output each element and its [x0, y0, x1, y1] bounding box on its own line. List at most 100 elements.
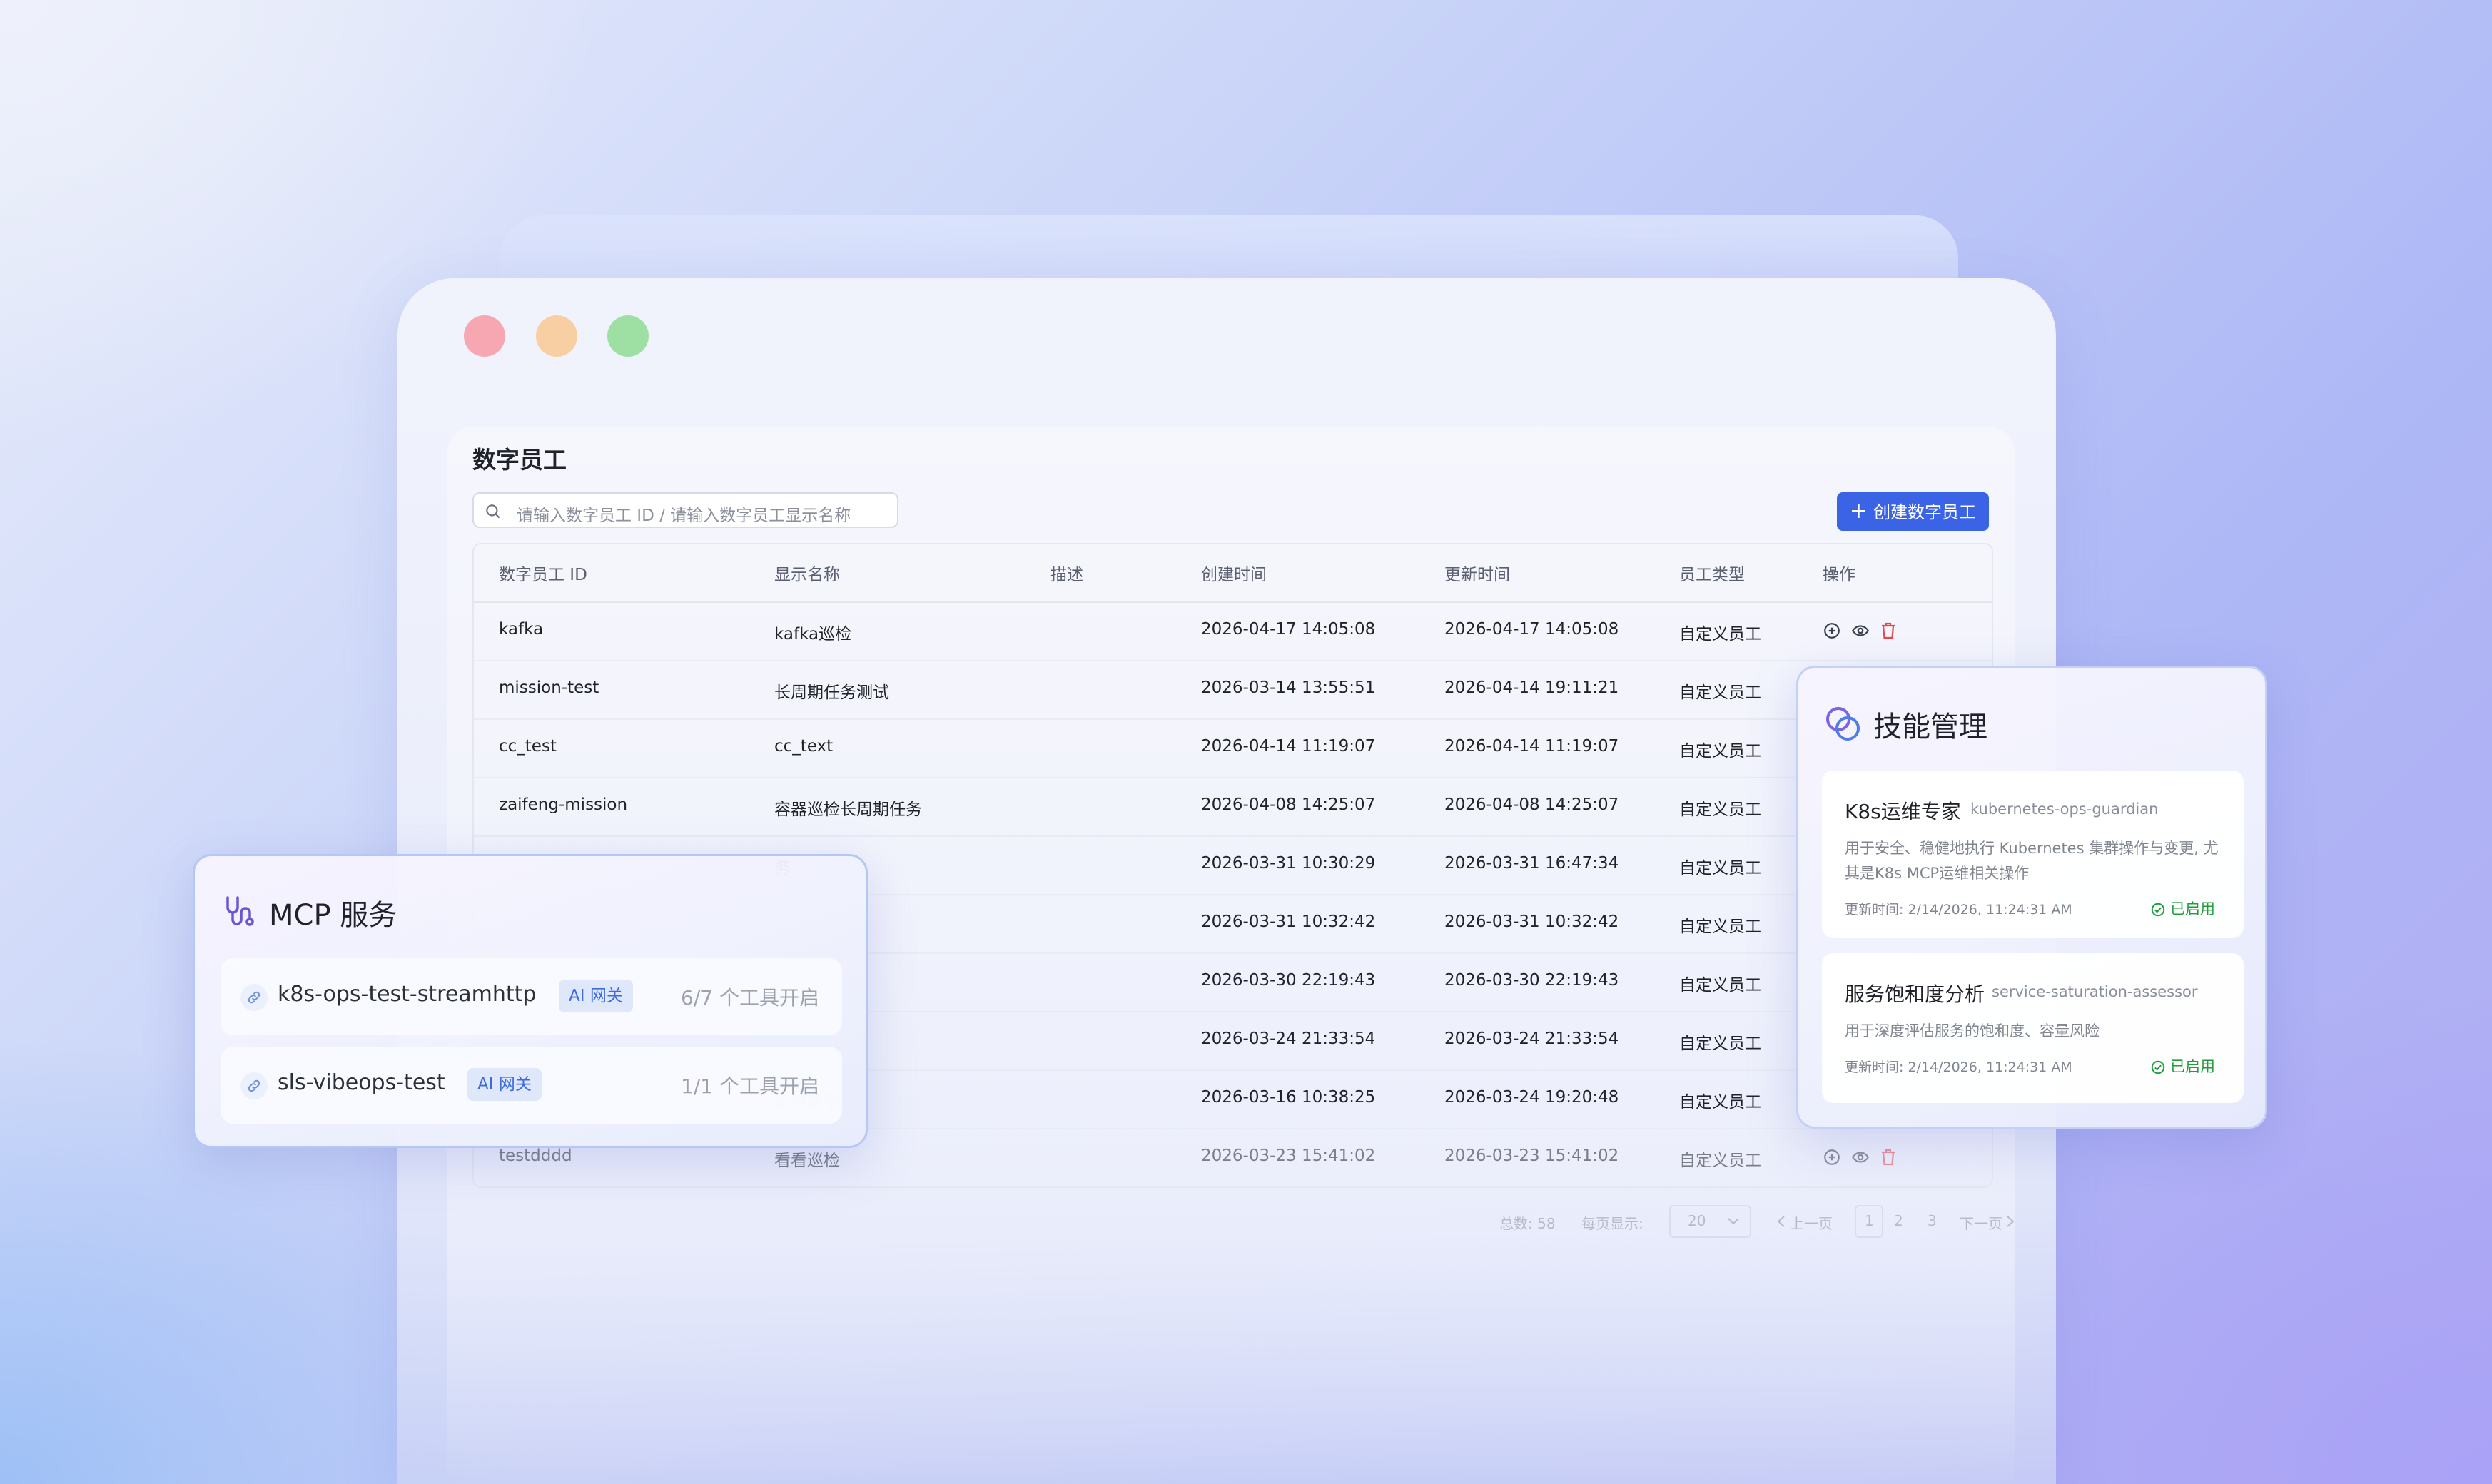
maximize-window-button[interactable]	[607, 315, 649, 357]
mcp-item[interactable]: sls-vibeops-test AI 网关 1/1 个工具开启	[221, 1047, 842, 1124]
cell-updated: 2026-04-17 14:05:08	[1444, 620, 1619, 639]
row-actions	[1823, 1148, 1907, 1169]
cell-updated: 2026-03-31 10:32:42	[1444, 913, 1619, 931]
prev-page-button[interactable]: 上一页	[1790, 1212, 1833, 1233]
per-page-select[interactable]: 20	[1669, 1205, 1751, 1238]
cell-created: 2026-03-14 13:55:51	[1201, 679, 1376, 697]
header-type: 员工类型	[1679, 566, 1745, 584]
cell-created: 2026-04-14 11:19:07	[1201, 737, 1376, 756]
per-page-value: 20	[1688, 1212, 1706, 1229]
cell-type: 自定义员工	[1679, 742, 1761, 761]
mcp-item-tag: AI 网关	[467, 1068, 542, 1101]
skill-status: 已启用	[2150, 1055, 2215, 1077]
cell-type: 自定义员工	[1679, 1093, 1761, 1112]
cell-created: 2026-03-24 21:33:54	[1201, 1030, 1376, 1048]
window-titlebar	[397, 278, 2056, 377]
skill-status-label: 已启用	[2170, 1058, 2215, 1075]
skills-rings-icon	[1826, 707, 1860, 741]
table-row[interactable]: kafka kafka巡检 2026-04-17 14:05:08 2026-04-1…	[474, 601, 1992, 661]
mcp-item-name: k8s-ops-test-streamhttp	[278, 982, 537, 1007]
cell-type: 自定义员工	[1679, 1035, 1761, 1053]
header-name: 显示名称	[774, 566, 840, 584]
cell-name: 容器巡检长周期任务	[774, 801, 922, 819]
cell-created: 2026-03-31 10:30:29	[1201, 854, 1376, 873]
mcp-card-title: MCP 服务	[269, 899, 397, 932]
cell-created: 2026-03-23 15:41:02	[1201, 1147, 1376, 1165]
mcp-plug-icon	[226, 896, 254, 926]
link-icon	[240, 1072, 268, 1099]
skill-id: service-saturation-assessor	[1992, 983, 2198, 1000]
cell-type: 自定义员工	[1679, 801, 1761, 819]
cell-created: 2026-03-16 10:38:25	[1201, 1088, 1376, 1107]
cell-id: kafka	[499, 620, 544, 639]
cell-type: 自定义员工	[1679, 918, 1761, 936]
link-icon	[240, 984, 268, 1011]
row-actions	[1823, 621, 1907, 643]
table-row[interactable]: mission-test 长周期任务测试 2026-03-14 13:55:51 20…	[474, 660, 1992, 720]
chevron-left-icon	[1777, 1216, 1785, 1227]
mcp-item-tools: 6/7 个工具开启	[681, 986, 819, 1010]
cell-updated: 2026-04-14 11:19:07	[1444, 737, 1619, 756]
cell-created: 2026-03-31 10:32:42	[1201, 913, 1376, 931]
cell-type: 自定义员工	[1679, 1152, 1761, 1170]
mcp-item-name: sls-vibeops-test	[278, 1070, 445, 1095]
cell-id: mission-test	[499, 679, 599, 697]
eye-icon[interactable]	[1851, 621, 1870, 643]
skills-card-title: 技能管理	[1873, 711, 1987, 743]
header-id: 数字员工 ID	[499, 566, 587, 584]
chevron-right-icon	[2007, 1216, 2015, 1227]
page-1-button[interactable]: 1	[1855, 1205, 1883, 1238]
per-page-label: 每页显示:	[1581, 1215, 1643, 1232]
skill-status-label: 已启用	[2170, 900, 2215, 918]
skill-description: 用于深度评估服务的饱和度、容量风险	[1845, 1022, 2100, 1040]
minimize-window-button[interactable]	[536, 315, 577, 357]
add-icon[interactable]	[1823, 1148, 1841, 1169]
table-row[interactable]: zaifeng-mission 容器巡检长周期任务 2026-04-08 14:25…	[474, 777, 1992, 837]
skill-description: 用于安全、稳健地执行 Kubernetes 集群操作与变更, 尤其是K8s MC…	[1845, 840, 2219, 882]
header-created: 创建时间	[1201, 566, 1267, 584]
search-icon	[486, 504, 500, 519]
skill-status: 已启用	[2150, 898, 2215, 919]
skill-updated-time: 更新时间: 2/14/2026, 11:24:31 AM	[1845, 1059, 2072, 1075]
total-count: 总数: 58	[1499, 1215, 1556, 1232]
skill-item[interactable]: 服务饱和度分析 service-saturation-assessor 用于深度…	[1822, 953, 2244, 1103]
search-placeholder: 请输入数字员工 ID / 请输入数字员工显示名称	[517, 507, 851, 525]
cell-type: 自定义员工	[1679, 976, 1761, 995]
cell-type: 自定义员工	[1679, 683, 1761, 702]
add-icon[interactable]	[1823, 621, 1841, 643]
next-page-button[interactable]: 下一页	[1960, 1212, 2002, 1233]
cell-id: cc_test	[499, 737, 557, 756]
skill-item[interactable]: K8s运维专家 kubernetes-ops-guardian 用于安全、稳健地…	[1822, 771, 2244, 938]
plus-icon: +	[1849, 499, 1868, 524]
table-header: 数字员工 ID 显示名称 描述 创建时间 更新时间 员工类型 操作	[474, 544, 1992, 603]
page-2-button[interactable]: 2	[1894, 1212, 1903, 1229]
page-1-label: 1	[1865, 1212, 1874, 1229]
cell-name: 看看巡检	[774, 1152, 840, 1170]
page-title: 数字员工	[472, 446, 567, 474]
search-input[interactable]: 请输入数字员工 ID / 请输入数字员工显示名称	[472, 492, 898, 528]
mcp-item-tag: AI 网关	[559, 980, 633, 1012]
table-row[interactable]: cc_test cc_text 2026-04-14 11:19:07 2026-04…	[474, 718, 1992, 778]
cell-updated: 2026-03-24 21:33:54	[1444, 1030, 1619, 1048]
page-3-button[interactable]: 3	[1928, 1212, 1937, 1229]
check-circle-icon	[2151, 1060, 2165, 1074]
cell-updated: 2026-03-24 19:20:48	[1444, 1088, 1619, 1107]
eye-icon[interactable]	[1851, 1148, 1870, 1169]
create-employee-button[interactable]: + 创建数字员工	[1837, 492, 1989, 531]
cell-id: testdddd	[499, 1147, 572, 1165]
chevron-down-icon	[1728, 1218, 1739, 1225]
header-updated: 更新时间	[1444, 566, 1510, 584]
skill-name: K8s运维专家	[1845, 800, 1961, 823]
cell-updated: 2026-04-14 19:11:21	[1444, 679, 1619, 697]
cell-name: 长周期任务测试	[774, 683, 889, 702]
cell-updated: 2026-03-30 22:19:43	[1444, 971, 1619, 990]
trash-icon[interactable]	[1880, 621, 1897, 643]
cell-name: kafka巡检	[774, 625, 852, 644]
cell-type: 自定义员工	[1679, 625, 1761, 644]
close-window-button[interactable]	[464, 315, 505, 357]
check-circle-icon	[2151, 903, 2165, 917]
skills-card: 技能管理 K8s运维专家 kubernetes-ops-guardian 用于安…	[1796, 666, 2267, 1129]
mcp-item[interactable]: k8s-ops-test-streamhttp AI 网关 6/7 个工具开启	[221, 958, 842, 1035]
cell-updated: 2026-04-08 14:25:07	[1444, 796, 1619, 814]
trash-icon[interactable]	[1880, 1148, 1897, 1169]
